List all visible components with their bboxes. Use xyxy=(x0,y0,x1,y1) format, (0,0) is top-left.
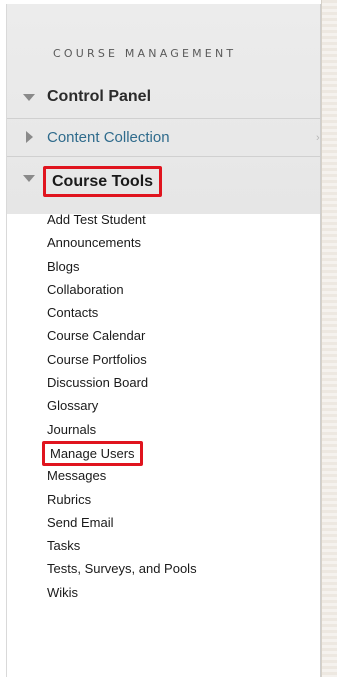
course-tool-link[interactable]: Course Calendar xyxy=(47,328,145,343)
course-tool-item[interactable]: Wikis xyxy=(47,581,197,604)
course-tool-link[interactable]: Manage Users xyxy=(42,440,143,466)
course-tool-link[interactable]: Tasks xyxy=(47,538,80,553)
course-tool-item[interactable]: Announcements xyxy=(47,231,197,254)
course-tool-item[interactable]: Collaboration xyxy=(47,278,197,301)
control-panel-label[interactable]: Control Panel xyxy=(47,88,151,106)
course-tool-item[interactable]: Blogs xyxy=(47,255,197,278)
course-tool-item[interactable]: Journals xyxy=(47,418,197,441)
course-tool-link[interactable]: Glossary xyxy=(47,398,98,413)
page-background-stripe xyxy=(321,0,337,677)
course-tool-item[interactable]: Discussion Board xyxy=(47,371,197,394)
course-tool-item[interactable]: Tasks xyxy=(47,534,197,557)
course-tool-item[interactable]: Manage Users xyxy=(42,440,197,466)
course-management-panel: COURSE MANAGEMENT Control Panel Content … xyxy=(6,4,321,677)
course-tool-item[interactable]: Course Calendar xyxy=(47,324,197,347)
course-tool-link[interactable]: Contacts xyxy=(47,305,98,320)
divider xyxy=(7,156,320,157)
course-tool-item[interactable]: Tests, Surveys, and Pools xyxy=(47,557,197,580)
course-tool-link[interactable]: Journals xyxy=(47,422,96,437)
course-tool-link[interactable]: Add Test Student xyxy=(47,212,146,227)
course-tool-link[interactable]: Tests, Surveys, and Pools xyxy=(47,561,197,576)
course-tool-link[interactable]: Wikis xyxy=(47,585,78,600)
content-collection-label[interactable]: Content Collection xyxy=(47,129,170,146)
divider xyxy=(7,118,320,119)
triangle-right-icon[interactable] xyxy=(26,131,33,143)
course-tool-item[interactable]: Glossary xyxy=(47,394,197,417)
triangle-down-icon[interactable] xyxy=(23,94,35,101)
course-tool-item[interactable]: Add Test Student xyxy=(47,208,197,231)
course-tool-link[interactable]: Send Email xyxy=(47,515,113,530)
course-tool-item[interactable]: Messages xyxy=(47,464,197,487)
course-tool-item[interactable]: Rubrics xyxy=(47,488,197,511)
course-tools-label[interactable]: Course Tools xyxy=(43,166,163,197)
course-tool-item[interactable]: Send Email xyxy=(47,511,197,534)
course-tool-link[interactable]: Rubrics xyxy=(47,492,91,507)
course-tool-item[interactable]: Contacts xyxy=(47,301,197,324)
course-tool-link[interactable]: Messages xyxy=(47,468,106,483)
course-tool-link[interactable]: Course Portfolios xyxy=(47,352,147,367)
course-tool-item[interactable]: Course Portfolios xyxy=(47,348,197,371)
course-management-title: COURSE MANAGEMENT xyxy=(53,47,237,60)
chevron-right-icon: › xyxy=(316,132,320,144)
course-tool-link[interactable]: Discussion Board xyxy=(47,375,148,390)
course-tool-link[interactable]: Blogs xyxy=(47,259,80,274)
course-tool-link[interactable]: Announcements xyxy=(47,235,141,250)
course-tool-link[interactable]: Collaboration xyxy=(47,282,124,297)
course-tools-list: Add Test Student Announcements Blogs Collab… xyxy=(42,208,197,604)
triangle-down-icon[interactable] xyxy=(23,175,35,182)
